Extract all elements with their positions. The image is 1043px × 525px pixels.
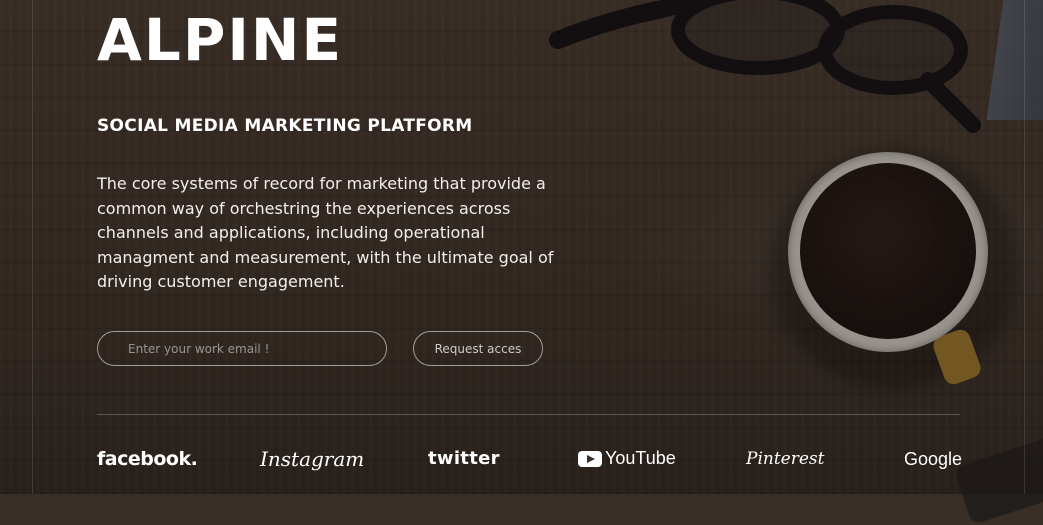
request-access-button[interactable]: Request acces [413, 331, 543, 366]
frame-line-right [1024, 0, 1025, 494]
youtube-logo[interactable]: YouTube [578, 448, 676, 469]
frame-line-left [32, 0, 33, 494]
instagram-logo[interactable]: Instagram [260, 447, 364, 471]
logo: ALPINE [97, 6, 344, 74]
page-subtitle: SOCIAL MEDIA MARKETING PLATFORM [97, 116, 473, 136]
facebook-logo[interactable]: facebook. [97, 448, 198, 470]
divider [97, 414, 960, 415]
youtube-play-icon [578, 450, 602, 467]
google-logo[interactable]: Google [904, 449, 962, 470]
pinterest-logo[interactable]: Pinterest [746, 449, 824, 469]
hero-description: The core systems of record for marketing… [97, 174, 554, 291]
twitter-logo[interactable]: twitter [428, 448, 500, 469]
email-input[interactable] [97, 331, 387, 366]
youtube-label: YouTube [605, 448, 676, 468]
